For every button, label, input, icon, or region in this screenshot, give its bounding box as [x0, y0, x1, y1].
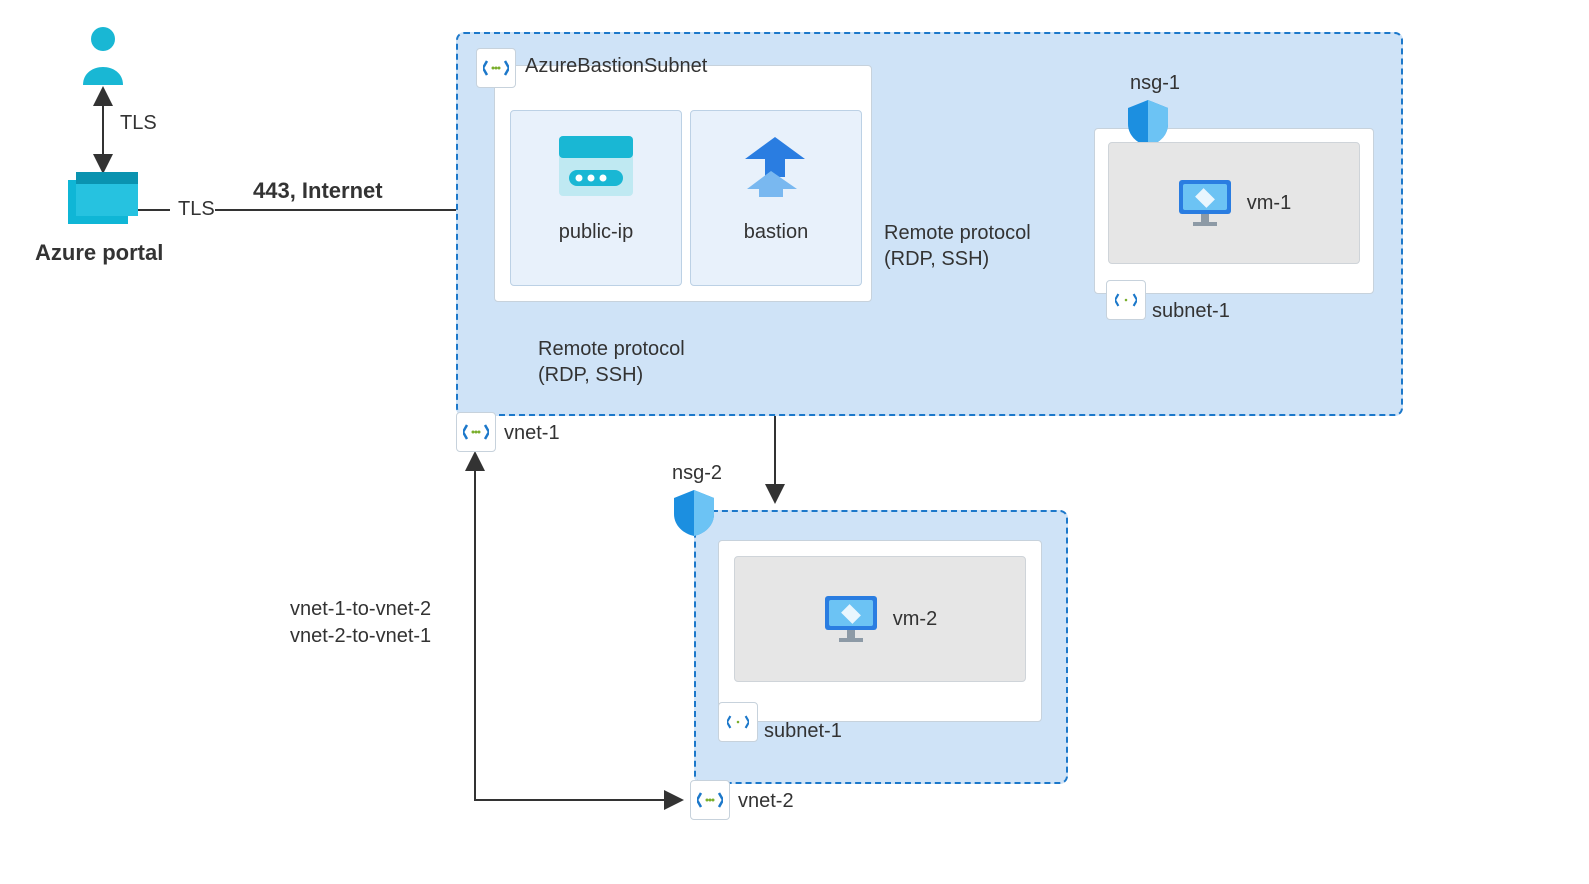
peering-a-label: vnet-1-to-vnet-2 — [290, 598, 431, 621]
remote-protocol-2b: (RDP, SSH) — [538, 364, 643, 387]
subnet-1-badge-icon — [1106, 280, 1146, 320]
public-ip-label: public-ip — [511, 221, 681, 244]
vm-2-label: vm-2 — [893, 608, 937, 631]
remote-protocol-1a: Remote protocol — [884, 222, 1031, 245]
bastion-card: bastion — [690, 110, 862, 286]
vnet-1-label: vnet-1 — [504, 422, 560, 445]
diagram-canvas: TLS Azure portal TLS 443, Internet Azure… — [0, 0, 1589, 884]
tls-out-label: TLS — [178, 198, 215, 221]
remote-protocol-2a: Remote protocol — [538, 338, 685, 361]
vm-2-box: vm-2 — [734, 556, 1026, 682]
public-ip-card: public-ip — [510, 110, 682, 286]
internet-label: 443, Internet — [253, 178, 383, 204]
vnet-subnet-icon — [476, 48, 516, 88]
bastion-icon — [741, 135, 811, 197]
bastion-label: bastion — [691, 221, 861, 244]
tls-user-label: TLS — [120, 112, 157, 135]
subnet-2-badge-icon — [718, 702, 758, 742]
remote-protocol-1b: (RDP, SSH) — [884, 248, 989, 271]
shield-icon-nsg1 — [1128, 100, 1168, 146]
browser-icon — [559, 136, 633, 196]
subnet-2-label: subnet-1 — [764, 720, 842, 743]
vm-1-box: vm-1 — [1108, 142, 1360, 264]
vm-1-label: vm-1 — [1247, 192, 1291, 215]
bastion-subnet-label: AzureBastionSubnet — [525, 55, 707, 78]
subnet-1-label: subnet-1 — [1152, 300, 1230, 323]
vnet-1-badge-icon — [456, 412, 496, 452]
vnet-2-label: vnet-2 — [738, 790, 794, 813]
shield-icon-nsg2 — [674, 490, 714, 536]
peering-b-label: vnet-2-to-vnet-1 — [290, 625, 431, 648]
nsg-1-label: nsg-1 — [1130, 72, 1180, 95]
vnet-2-badge-icon — [690, 780, 730, 820]
azure-portal-label: Azure portal — [35, 240, 163, 266]
user-icon — [78, 25, 128, 85]
nsg-2-label: nsg-2 — [672, 462, 722, 485]
monitor-icon — [823, 594, 879, 644]
azure-portal-icon — [68, 172, 138, 228]
monitor-icon — [1177, 178, 1233, 228]
